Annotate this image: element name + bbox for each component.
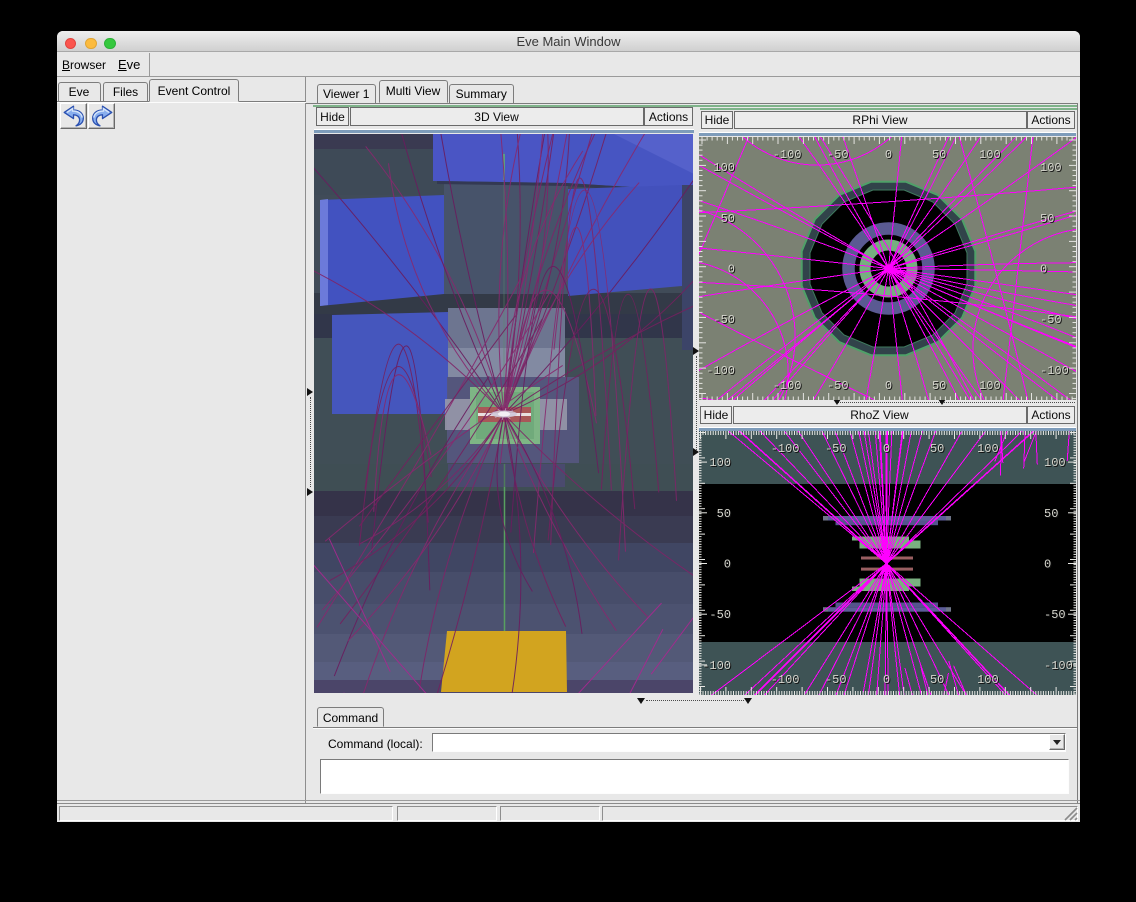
svg-text:-50: -50 — [827, 148, 849, 162]
svg-text:50: 50 — [1044, 507, 1058, 521]
svg-text:-50: -50 — [825, 442, 847, 456]
svg-text:0: 0 — [885, 148, 892, 162]
svg-text:-50: -50 — [713, 313, 735, 327]
svg-text:100: 100 — [709, 456, 731, 470]
svg-text:50: 50 — [932, 148, 946, 162]
svg-text:100: 100 — [977, 442, 999, 456]
svg-text:100: 100 — [713, 161, 735, 175]
svg-text:0: 0 — [728, 263, 735, 277]
svg-text:100: 100 — [979, 379, 1001, 393]
svg-text:-100: -100 — [771, 673, 800, 687]
svg-text:0: 0 — [883, 442, 890, 456]
svg-text:50: 50 — [721, 212, 735, 226]
svg-text:0: 0 — [1040, 263, 1047, 277]
svg-text:-50: -50 — [825, 673, 847, 687]
svg-text:0: 0 — [1044, 558, 1051, 572]
svg-text:0: 0 — [883, 673, 890, 687]
svg-text:-50: -50 — [709, 608, 731, 622]
svg-text:100: 100 — [1040, 161, 1062, 175]
svg-text:-100: -100 — [1040, 364, 1069, 378]
svg-text:-100: -100 — [706, 364, 735, 378]
svg-text:-100: -100 — [1044, 659, 1073, 673]
svg-text:-100: -100 — [773, 148, 802, 162]
svg-text:50: 50 — [930, 673, 944, 687]
svg-text:100: 100 — [1044, 456, 1066, 470]
svg-text:-100: -100 — [771, 442, 800, 456]
svg-text:-100: -100 — [702, 659, 731, 673]
svg-text:100: 100 — [977, 673, 999, 687]
svg-text:50: 50 — [1040, 212, 1054, 226]
svg-text:-50: -50 — [1044, 608, 1066, 622]
svg-text:-100: -100 — [773, 379, 802, 393]
svg-text:50: 50 — [932, 379, 946, 393]
svg-text:50: 50 — [930, 442, 944, 456]
svg-text:-50: -50 — [827, 379, 849, 393]
svg-text:0: 0 — [885, 379, 892, 393]
svg-text:-50: -50 — [1040, 313, 1062, 327]
svg-text:50: 50 — [717, 507, 731, 521]
svg-text:0: 0 — [724, 558, 731, 572]
svg-text:100: 100 — [979, 148, 1001, 162]
